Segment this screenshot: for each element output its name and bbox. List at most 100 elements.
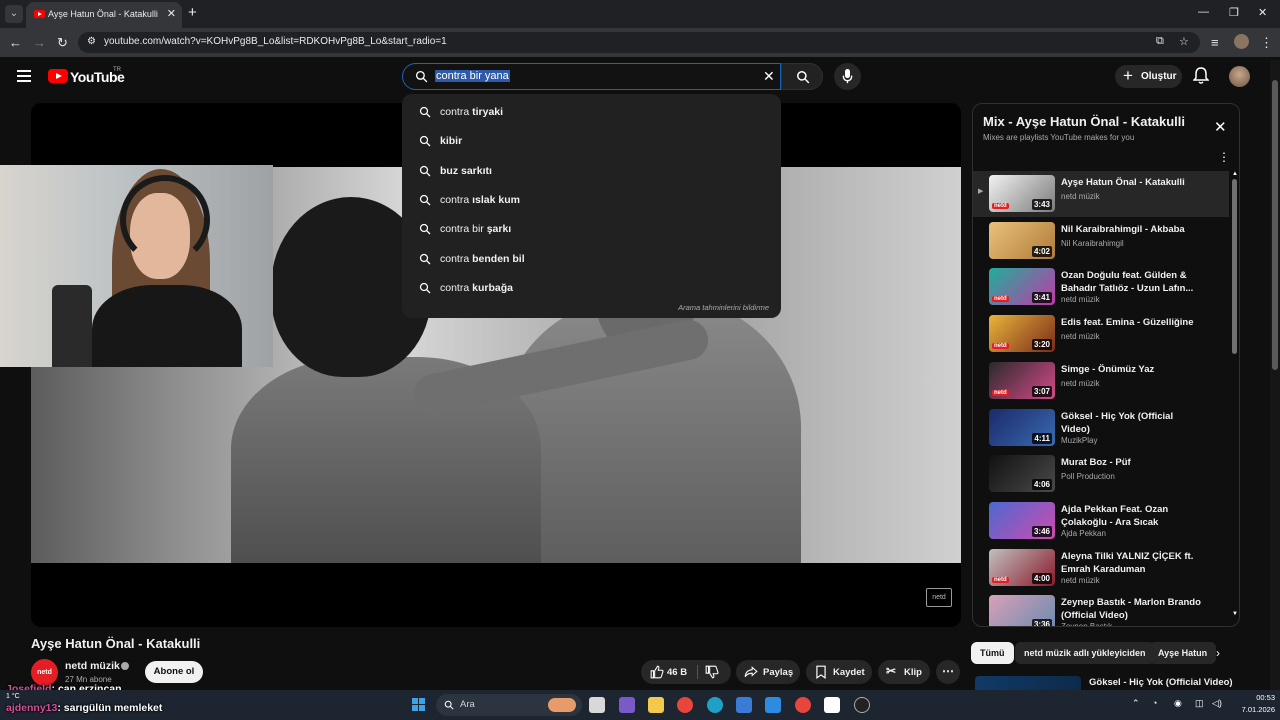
maximize-button[interactable]: ❐ [1229, 6, 1239, 19]
mix-thumbnail[interactable]: netd 3:43 [989, 175, 1055, 212]
task-view-icon[interactable] [589, 697, 605, 713]
mix-scrollbar[interactable]: ▲ ▼ [1231, 171, 1239, 621]
mix-item[interactable]: 4:06 Murat Boz - Püf Poll Production [973, 451, 1229, 497]
like-icon[interactable] [650, 665, 664, 679]
like-count[interactable]: 46 B [667, 667, 687, 678]
mix-thumbnail[interactable]: netd 3:07 [989, 361, 1055, 399]
store-icon[interactable] [736, 697, 752, 713]
copilot-icon[interactable] [619, 697, 635, 713]
taskbar-search[interactable]: Ara [436, 694, 582, 716]
search-suggestion[interactable]: contra benden bil [402, 245, 781, 274]
youtube-logo-icon[interactable] [48, 69, 68, 83]
close-playlist-icon[interactable]: ✕ [1214, 118, 1227, 136]
install-app-icon[interactable]: ⧉ [1156, 35, 1164, 48]
mix-thumbnail[interactable]: 4:11 [989, 408, 1055, 446]
scroll-up-icon[interactable]: ▲ [1232, 171, 1238, 177]
browser-menu-icon[interactable]: ⋮ [1260, 35, 1273, 51]
search-suggestion[interactable]: contra kurbağa [402, 274, 781, 303]
mix-thumbnail[interactable]: 3:46 [989, 501, 1055, 539]
filter-chip[interactable]: netd müzik adlı yükleyiciden [1015, 642, 1155, 664]
app-icon[interactable] [765, 697, 781, 713]
filter-chip[interactable]: Tümü [971, 642, 1014, 664]
wifi-icon[interactable]: ◫ [1195, 698, 1204, 709]
address-bar[interactable]: ⚙ youtube.com/watch?v=KOHvPg8B_Lo&list=R… [78, 32, 1200, 53]
mix-item[interactable]: netd 4:00 Aleyna Tilki YALNIZ ÇİÇEK ft. Em… [973, 545, 1229, 591]
reload-icon[interactable]: ↻ [57, 35, 68, 51]
more-actions-button[interactable]: ⋯ [936, 660, 960, 684]
network-icon[interactable]: ◔ [1152, 698, 1157, 708]
next-rec-title[interactable]: Göksel - Hiç Yok (Official Video) [1089, 677, 1233, 688]
channel-name[interactable]: netd müzik [65, 660, 120, 672]
mix-thumbnail[interactable]: 4:02 [989, 221, 1055, 259]
location-icon[interactable]: ◉ [1174, 698, 1182, 709]
create-button[interactable]: + Oluştur [1115, 65, 1182, 88]
mix-item[interactable]: 3:46 Ajda Pekkan Feat. Ozan Çolakoğlu - A… [973, 498, 1229, 544]
tab-close-icon[interactable]: ✕ [167, 7, 176, 20]
page-scrollbar-thumb[interactable] [1272, 80, 1278, 370]
chrome-icon[interactable] [677, 697, 693, 713]
media-control-icon[interactable]: ≡ [1211, 35, 1219, 50]
mix-thumbnail[interactable]: 4:06 [989, 455, 1055, 493]
url-text[interactable]: youtube.com/watch?v=KOHvPg8B_Lo&list=RDK… [104, 36, 447, 47]
tab-search-button[interactable]: ⌄ [5, 5, 23, 23]
search-suggestion[interactable]: contra ıslak kum [402, 186, 781, 215]
new-tab-button[interactable]: + [188, 4, 197, 21]
app-icon[interactable] [824, 697, 840, 713]
account-avatar[interactable] [1229, 66, 1250, 87]
mix-item[interactable]: netd 3:20 Edis feat. Emina - Güzelliğine ne… [973, 311, 1229, 357]
forward-icon[interactable]: → [33, 35, 46, 50]
tray-overflow-icon[interactable]: ⌃ [1132, 698, 1140, 709]
window-close-button[interactable]: ✕ [1258, 6, 1267, 19]
mix-item[interactable]: 4:02 Nil Karaibrahimgil - Akbaba Nil Karai… [973, 218, 1229, 264]
clear-search-icon[interactable]: ✕ [763, 68, 775, 85]
mix-item[interactable]: ▶ netd 3:43 Ayşe Hatun Önal - Katakulli netd… [973, 171, 1229, 217]
report-predictions-link[interactable]: Arama tahminlerini bildirme [678, 303, 769, 312]
search-suggestion[interactable]: buz sarkıtı [402, 157, 781, 186]
mix-item[interactable]: netd 3:41 Ozan Doğulu feat. Gülden & Bahad… [973, 264, 1229, 310]
app-icon[interactable] [854, 697, 870, 713]
clip-button[interactable]: ✂ Klip [878, 660, 930, 684]
profile-avatar[interactable] [1234, 34, 1249, 49]
mix-thumbnail[interactable]: netd 3:20 [989, 315, 1055, 353]
mix-item[interactable]: 4:11 Göksel - Hiç Yok (Official Video) Muz… [973, 405, 1229, 451]
guide-menu-icon[interactable] [17, 70, 31, 85]
mix-thumbnail[interactable]: netd 3:41 [989, 268, 1055, 306]
channel-watermark[interactable]: netd [926, 588, 952, 607]
site-info-icon[interactable]: ⚙ [87, 36, 96, 47]
channel-avatar[interactable]: netd [31, 659, 58, 686]
mix-scrollbar-thumb[interactable] [1232, 179, 1237, 354]
search-suggestion[interactable]: contra tiryaki [402, 98, 781, 127]
mix-thumbnail[interactable]: 3:36 [989, 595, 1055, 626]
chips-next-icon[interactable]: › [1216, 646, 1220, 660]
mix-item[interactable]: netd 3:07 Simge - Önümüz Yaz netd müzik [973, 358, 1229, 404]
search-button[interactable] [781, 63, 823, 90]
filter-chip[interactable]: Ayşe Hatun [1149, 642, 1217, 664]
volume-icon[interactable]: ◁) [1212, 698, 1222, 709]
browser-tab[interactable]: Ayşe Hatun Önal - Katakulli - YouTube ✕ [26, 2, 182, 28]
share-button[interactable]: Paylaş [736, 660, 800, 684]
chrome-active-icon[interactable] [795, 697, 811, 713]
search-input[interactable]: contra bir yana ✕ [402, 63, 781, 90]
start-button[interactable] [412, 698, 426, 712]
minimize-button[interactable]: — [1198, 6, 1209, 18]
back-icon[interactable]: ← [9, 35, 22, 50]
mix-thumbnail[interactable]: netd 4:00 [989, 548, 1055, 586]
next-rec-thumbnail[interactable] [975, 676, 1081, 690]
bookmark-star-icon[interactable]: ☆ [1179, 35, 1189, 48]
playlist-menu-icon[interactable]: ⋮ [1218, 150, 1230, 164]
scroll-down-icon[interactable]: ▼ [1232, 611, 1238, 617]
search-query[interactable]: contra bir yana [435, 70, 510, 82]
search-suggestion[interactable]: kibir [402, 127, 781, 156]
page-scrollbar[interactable] [1270, 60, 1280, 690]
mix-title[interactable]: Mix - Ayşe Hatun Önal - Katakulli [983, 114, 1185, 129]
dislike-icon[interactable] [705, 665, 719, 679]
subscribe-button[interactable]: Abone ol [145, 661, 203, 683]
file-explorer-icon[interactable] [648, 697, 664, 713]
weather-widget[interactable]: 1 °C [6, 693, 20, 700]
mix-item[interactable]: 3:36 Zeynep Bastık - Marlon Brando (Offic… [973, 591, 1229, 626]
taskbar-clock[interactable]: 00:53 7.01.2026 [1231, 692, 1275, 716]
edge-icon[interactable] [707, 697, 723, 713]
voice-search-button[interactable] [834, 63, 861, 90]
search-suggestion[interactable]: contra bir şarkı [402, 215, 781, 244]
save-button[interactable]: Kaydet [806, 660, 872, 684]
